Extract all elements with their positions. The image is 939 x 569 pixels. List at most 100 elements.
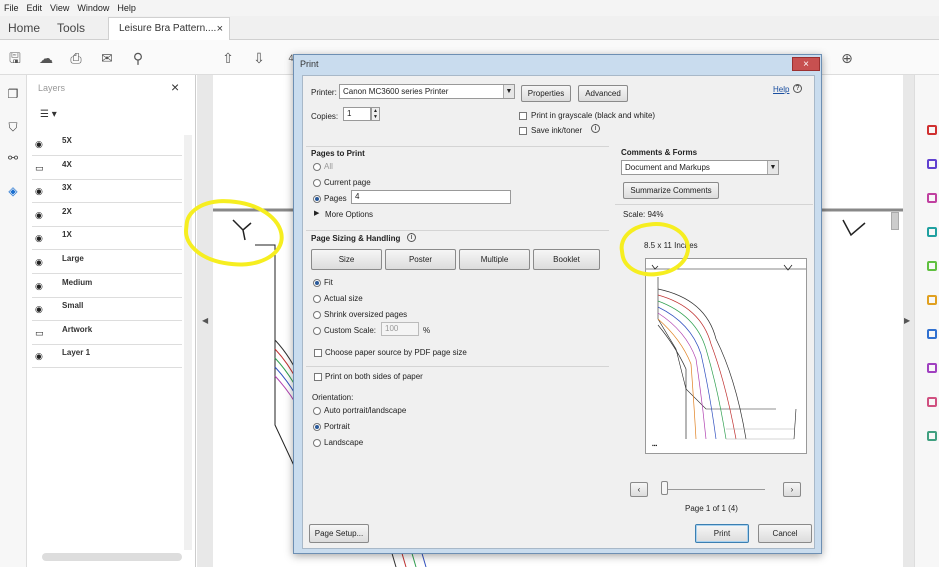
dialog-close-button[interactable]: × <box>792 57 820 71</box>
all-radio[interactable] <box>313 163 321 171</box>
protect-icon[interactable] <box>927 363 937 373</box>
edit-pdf-icon[interactable] <box>927 193 937 203</box>
poster-button[interactable]: Poster <box>385 249 456 270</box>
tab-document[interactable]: Leisure Bra Pattern.... × <box>108 17 230 40</box>
layer-row[interactable]: ◉ 1X <box>32 227 182 251</box>
portrait-radio[interactable] <box>313 423 321 431</box>
both-sides-checkbox[interactable] <box>314 373 322 381</box>
eye-icon[interactable]: ◉ <box>35 305 47 314</box>
pages-icon[interactable]: ❐ <box>5 86 21 102</box>
hidden-eye-icon[interactable]: ▭ <box>35 328 47 337</box>
create-pdf-icon[interactable] <box>927 159 937 169</box>
pages-radio[interactable] <box>313 195 321 203</box>
menu-file[interactable]: File <box>4 3 19 13</box>
layer-row[interactable]: ◉ 5X <box>32 133 182 156</box>
save-ink-checkbox[interactable] <box>519 127 527 135</box>
tab-home[interactable]: Home <box>8 16 40 40</box>
menu-window[interactable]: Window <box>77 3 109 13</box>
copies-stepper[interactable]: ▲ ▼ <box>371 107 380 121</box>
save-ink-info-icon[interactable]: i <box>591 124 600 133</box>
actual-size-radio[interactable] <box>313 295 321 303</box>
expand-triangle-icon[interactable]: ▶ <box>314 209 319 217</box>
comment-icon[interactable] <box>927 227 937 237</box>
eye-icon[interactable]: ◉ <box>35 258 47 267</box>
previous-page-button[interactable]: ‹ <box>630 482 648 497</box>
size-button[interactable]: Size <box>311 249 382 270</box>
eye-icon[interactable]: ◉ <box>35 352 47 361</box>
upload-cloud-icon[interactable]: ☁ <box>37 49 55 67</box>
custom-scale-radio[interactable] <box>313 327 321 335</box>
layer-row[interactable]: ▭ Artwork <box>32 322 182 345</box>
close-panel-icon[interactable]: × <box>171 79 179 95</box>
print-icon[interactable]: ⎙ <box>67 49 85 67</box>
printer-select[interactable]: Canon MC3600 series Printer ▼ <box>339 84 515 99</box>
layers-scrollbar[interactable] <box>184 135 192 550</box>
combine-files-icon[interactable] <box>927 261 937 271</box>
custom-scale-field[interactable]: 100 <box>381 322 419 336</box>
advanced-button[interactable]: Advanced <box>578 85 628 102</box>
vertical-scrollbar-thumb[interactable] <box>891 212 899 230</box>
layers-icon[interactable]: ◈ <box>5 183 21 199</box>
summarize-comments-button[interactable]: Summarize Comments <box>623 182 719 199</box>
shrink-radio[interactable] <box>313 311 321 319</box>
booklet-button[interactable]: Booklet <box>533 249 600 270</box>
page-setup-button[interactable]: Page Setup... <box>309 524 369 543</box>
layer-row[interactable]: ◉ 3X <box>32 180 182 204</box>
email-icon[interactable]: ✉ <box>98 49 116 67</box>
horizontal-scrollbar[interactable] <box>42 553 182 561</box>
print-button[interactable]: Print <box>695 524 749 543</box>
comments-select-value: Document and Markups <box>625 163 710 172</box>
layer-row[interactable]: ◉ Layer 1 <box>32 345 182 369</box>
layer-row[interactable]: ◉ 2X <box>32 204 182 227</box>
eye-icon[interactable]: ◉ <box>35 281 47 290</box>
more-options-link[interactable]: More Options <box>325 210 373 219</box>
pages-range-field[interactable]: 4 <box>351 190 511 204</box>
layer-row[interactable]: ◉ Small <box>32 298 182 322</box>
eye-icon[interactable]: ◉ <box>35 210 47 219</box>
menu-help[interactable]: Help <box>117 3 136 13</box>
export-pdf-icon[interactable] <box>927 125 937 135</box>
more-tools-icon[interactable] <box>927 431 937 441</box>
zoom-search-icon[interactable]: ⚲ <box>129 49 147 67</box>
page-slider-track[interactable] <box>665 489 765 490</box>
organize-pages-icon[interactable] <box>927 295 937 305</box>
current-page-radio[interactable] <box>313 179 321 187</box>
close-tab-icon[interactable]: × <box>217 18 223 40</box>
attachment-icon[interactable]: ⚯ <box>5 150 21 166</box>
eye-icon[interactable]: ◉ <box>35 140 47 149</box>
next-page-icon[interactable]: ⇩ <box>250 49 268 67</box>
grayscale-checkbox[interactable] <box>519 112 527 120</box>
redact-icon[interactable] <box>927 329 937 339</box>
fill-sign-icon[interactable] <box>927 397 937 407</box>
auto-orient-radio[interactable] <box>313 407 321 415</box>
help-info-icon[interactable]: ? <box>793 84 802 93</box>
layer-row[interactable]: ▭ 4X <box>32 157 182 180</box>
save-icon[interactable]: 🖫 <box>6 49 24 67</box>
next-page-button[interactable]: › <box>783 482 801 497</box>
comments-select[interactable]: Document and Markups ▼ <box>621 160 779 175</box>
menu-view[interactable]: View <box>50 3 69 13</box>
landscape-radio[interactable] <box>313 439 321 447</box>
menu-edit[interactable]: Edit <box>27 3 43 13</box>
collapse-left-icon[interactable]: ◀ <box>202 316 208 325</box>
cancel-button[interactable]: Cancel <box>758 524 812 543</box>
expand-right-icon[interactable]: ▶ <box>904 316 910 325</box>
tab-tools[interactable]: Tools <box>57 16 85 40</box>
bookmark-icon[interactable]: ⛉ <box>5 119 21 135</box>
layer-row[interactable]: ◉ Medium <box>32 275 182 298</box>
properties-button[interactable]: Properties <box>521 85 571 102</box>
options-menu-icon[interactable]: ☰ ▾ <box>40 109 57 120</box>
layer-row[interactable]: ◉ Large <box>32 251 182 274</box>
previous-page-icon[interactable]: ⇧ <box>219 49 237 67</box>
copies-field[interactable]: 1 <box>343 107 371 121</box>
fit-radio[interactable] <box>313 279 321 287</box>
hidden-eye-icon[interactable]: ▭ <box>35 163 47 172</box>
eye-icon[interactable]: ◉ <box>35 187 47 196</box>
choose-paper-checkbox[interactable] <box>314 349 322 357</box>
eye-icon[interactable]: ◉ <box>35 234 47 243</box>
multiple-button[interactable]: Multiple <box>459 249 530 270</box>
help-link[interactable]: Help <box>773 85 789 94</box>
add-tool-icon[interactable]: ⊕ <box>838 49 856 67</box>
page-sizing-info-icon[interactable]: i <box>407 233 416 242</box>
page-slider-thumb[interactable] <box>661 481 668 495</box>
